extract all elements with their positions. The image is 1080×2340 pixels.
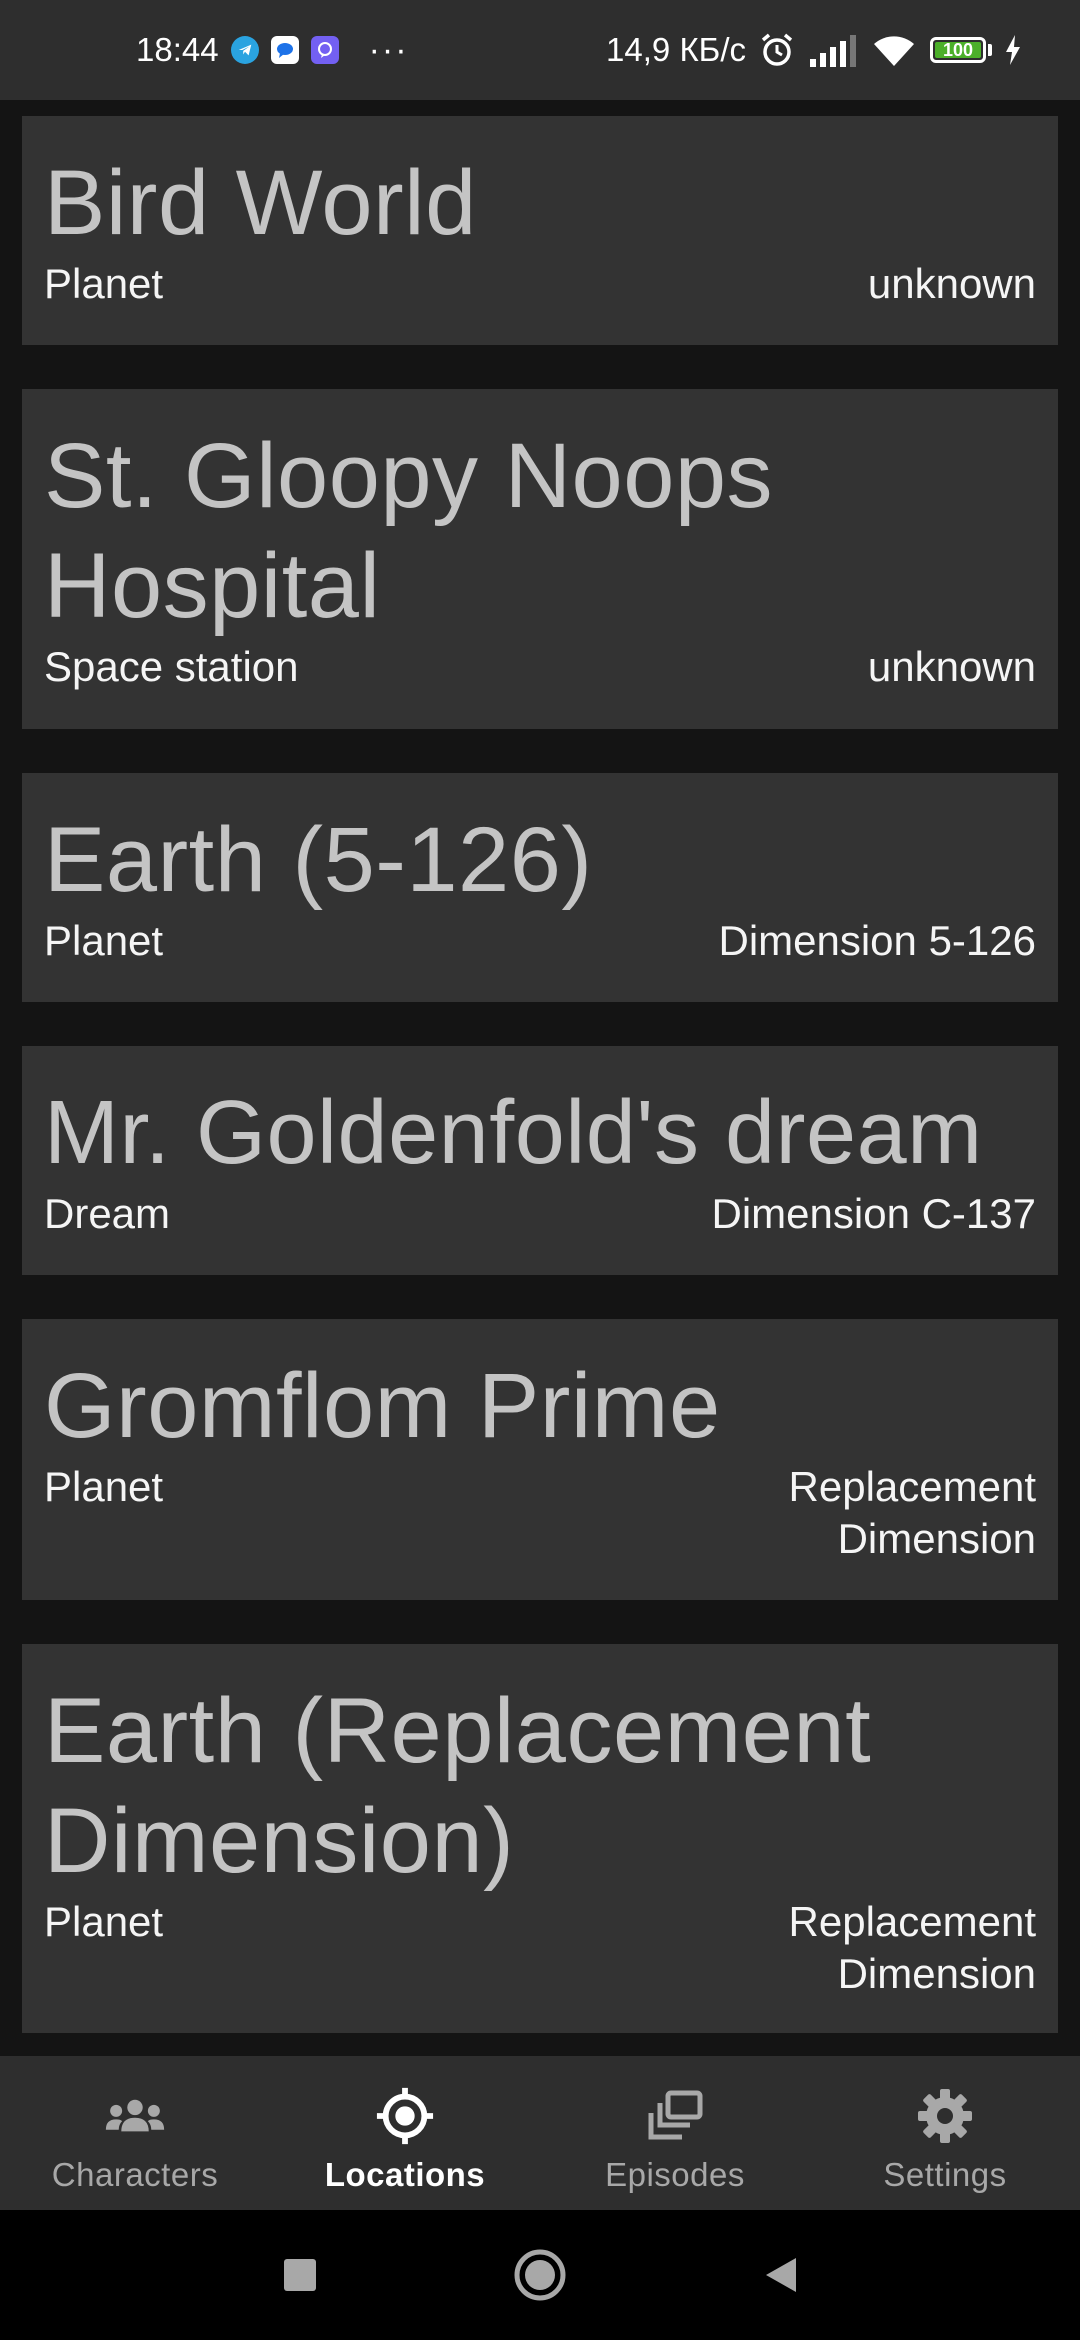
alarm-icon bbox=[758, 31, 796, 69]
location-name: Mr. Goldenfold's dream bbox=[44, 1083, 983, 1183]
nav-item-settings[interactable]: Settings bbox=[810, 2056, 1080, 2210]
location-type: Dream bbox=[44, 1190, 171, 1237]
location-type: Planet bbox=[44, 260, 164, 307]
charging-icon bbox=[1004, 35, 1022, 65]
location-meta: Dream Dimension C-137 bbox=[44, 1188, 1036, 1240]
battery-icon: 100 bbox=[930, 37, 992, 63]
location-meta: Planet Replacement Dimension bbox=[44, 1461, 1036, 1565]
status-bar-right: 14,9 КБ/с 100 bbox=[606, 0, 1022, 100]
location-dimension: Replacement Dimension bbox=[788, 1463, 1036, 1562]
wifi-icon bbox=[870, 32, 918, 68]
location-dimension: Dimension C-137 bbox=[711, 1190, 1036, 1237]
recents-square-icon[interactable] bbox=[270, 2210, 330, 2340]
episodes-stack-icon bbox=[645, 2086, 705, 2146]
signal-icon bbox=[808, 33, 858, 67]
battery-level: 100 bbox=[942, 39, 974, 60]
people-icon bbox=[105, 2086, 165, 2146]
nav-item-locations[interactable]: Locations bbox=[270, 2056, 540, 2210]
location-meta: Planet Dimension 5-126 bbox=[44, 915, 1036, 967]
location-name: Earth (Replacement Dimension) bbox=[44, 1680, 872, 1892]
nav-label-episodes: Episodes bbox=[605, 2156, 745, 2193]
location-card[interactable]: Gromflom Prime Planet Replacement Dimens… bbox=[22, 1319, 1058, 1600]
nav-item-characters[interactable]: Characters bbox=[0, 2056, 270, 2210]
nav-label-characters: Characters bbox=[51, 2156, 219, 2193]
system-navigation-bar bbox=[0, 2210, 1080, 2340]
nav-item-episodes[interactable]: Episodes bbox=[540, 2056, 810, 2210]
nav-label-locations: Locations bbox=[324, 2156, 486, 2193]
status-time: 18:44 bbox=[136, 31, 219, 68]
location-card[interactable]: St. Gloopy Noops Hospital Space station … bbox=[22, 389, 1058, 729]
messages-icon bbox=[270, 36, 299, 64]
status-bar-left: 18:44 ··· bbox=[136, 0, 409, 100]
location-card[interactable]: Bird World Planet unknown bbox=[22, 116, 1058, 345]
nav-label-settings: Settings bbox=[883, 2156, 1007, 2193]
location-meta: Planet unknown bbox=[44, 258, 1036, 310]
location-meta: Planet Replacement Dimension bbox=[44, 1896, 1036, 2000]
location-dimension: unknown bbox=[867, 643, 1036, 690]
location-name: Earth (5-126) bbox=[44, 809, 593, 911]
home-circle-icon[interactable] bbox=[510, 2210, 570, 2340]
gear-icon bbox=[915, 2086, 975, 2146]
location-meta: Space station unknown bbox=[44, 641, 1036, 693]
location-target-icon bbox=[375, 2086, 435, 2146]
status-bar: 18:44 ··· 14,9 КБ/с 100 bbox=[0, 0, 1080, 100]
location-dimension: Replacement Dimension bbox=[788, 1898, 1036, 1997]
location-name: Gromflom Prime bbox=[44, 1355, 721, 1457]
viber-icon bbox=[310, 36, 339, 64]
location-dimension: Dimension 5-126 bbox=[718, 917, 1036, 964]
location-dimension: unknown bbox=[867, 260, 1036, 307]
location-card[interactable]: Earth (Replacement Dimension) Planet Rep… bbox=[22, 1644, 1058, 2033]
location-type: Planet bbox=[44, 1463, 164, 1510]
location-name: St. Gloopy Noops Hospital bbox=[44, 425, 774, 637]
more-dots-icon: ··· bbox=[368, 30, 409, 69]
location-card[interactable]: Mr. Goldenfold's dream Dream Dimension C… bbox=[22, 1046, 1058, 1275]
back-triangle-icon[interactable] bbox=[750, 2210, 810, 2340]
bottom-navigation: Characters Locations Episodes Settings bbox=[0, 2056, 1080, 2210]
location-type: Planet bbox=[44, 917, 164, 964]
location-type: Planet bbox=[44, 1898, 164, 1945]
network-speed: 14,9 КБ/с bbox=[606, 31, 746, 68]
location-card[interactable]: Earth (5-126) Planet Dimension 5-126 bbox=[22, 773, 1058, 1002]
location-name: Bird World bbox=[44, 152, 477, 254]
location-type: Space station bbox=[44, 643, 299, 690]
telegram-icon bbox=[230, 36, 259, 64]
